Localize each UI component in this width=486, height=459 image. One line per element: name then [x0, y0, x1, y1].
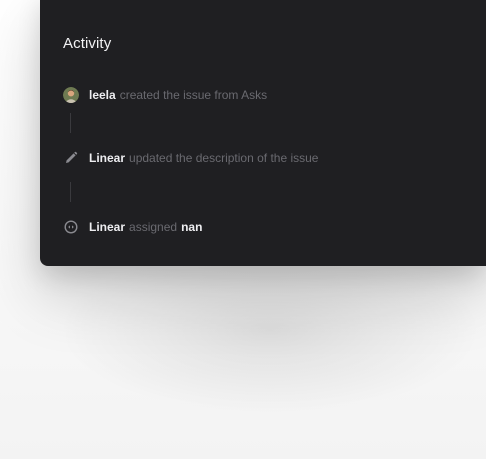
- event-actor[interactable]: Linear: [89, 220, 125, 234]
- activity-event: Linear updated the description of the is…: [63, 150, 318, 166]
- activity-event: leela created the issue from Asks: [63, 87, 267, 103]
- avatar-icon: [63, 87, 79, 103]
- event-actor[interactable]: Linear: [89, 151, 125, 165]
- event-action: assigned: [129, 220, 178, 234]
- pencil-icon: [63, 150, 79, 166]
- assign-icon: [63, 219, 79, 235]
- event-action: created the issue from Asks: [119, 88, 268, 102]
- timeline-connector: [70, 182, 71, 202]
- avatar[interactable]: [63, 87, 79, 103]
- timeline-connector: [70, 113, 71, 133]
- event-actor[interactable]: leela: [89, 88, 116, 102]
- activity-event: Linear assigned nan: [63, 219, 202, 235]
- activity-panel: Activity leela created the issue from As…: [40, 0, 486, 266]
- event-target[interactable]: nan: [181, 220, 202, 234]
- activity-heading: Activity: [63, 35, 112, 52]
- event-action: updated the description of the issue: [129, 151, 319, 165]
